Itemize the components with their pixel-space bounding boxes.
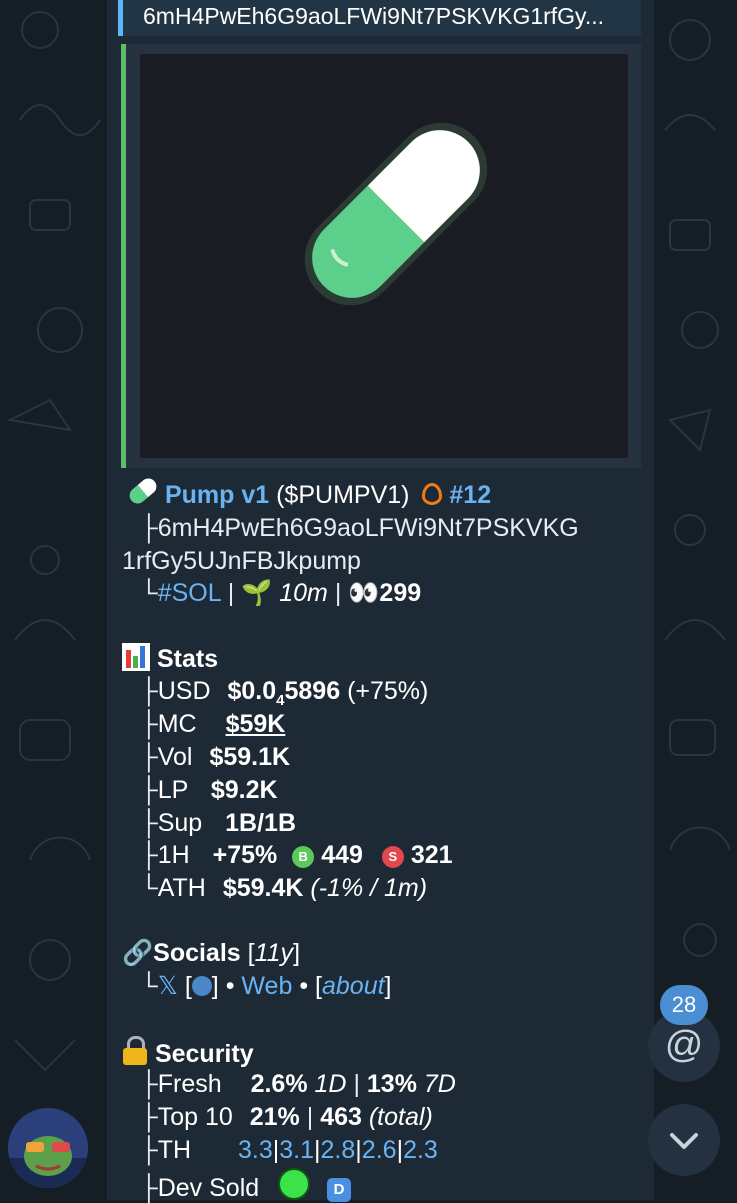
th-value-link[interactable]: 2.6 — [362, 1136, 397, 1164]
avatar[interactable] — [8, 1108, 88, 1188]
h1-change: +75% — [212, 841, 278, 869]
recycle-icon[interactable] — [191, 976, 212, 996]
lp-label: LP — [157, 776, 188, 804]
pill-image — [304, 122, 488, 306]
address-line-2: 1rfGy5UJnFBJkpump — [122, 546, 361, 576]
tree-branch: ├ — [140, 514, 158, 542]
contract-address-1[interactable]: 6mH4PwEh6G9aoLFWi9Nt7PSKVKG — [158, 514, 579, 542]
buy-count: 449 — [321, 841, 363, 869]
th-row: ├TH 3.3|3.1|2.8|2.6|2.3 — [140, 1136, 438, 1164]
ath-value: $59.4K — [222, 874, 304, 902]
ath-row: └ATH $59.4K (-1% / 1m) — [140, 874, 428, 902]
ath-detail: (-1% / 1m) — [310, 874, 428, 902]
fresh-7d-unit: 7D — [423, 1070, 456, 1098]
tree-end: └ — [140, 579, 158, 607]
reply-quote[interactable]: 6mH4PwEh6G9aoLFWi9Nt7PSKVKG1rfGy... — [118, 0, 641, 36]
security-title: Security — [154, 1040, 254, 1068]
fresh-7d: 13% — [366, 1070, 417, 1098]
rank-link[interactable]: #12 — [449, 481, 491, 509]
pill-icon — [126, 475, 160, 507]
token-header: Pump v1 ($PUMPV1) #12 — [126, 475, 491, 510]
dev-sold-label: Dev Sold — [157, 1174, 260, 1202]
th-value-link[interactable]: 3.1 — [279, 1136, 314, 1164]
token-ticker: ($PUMPV1) — [276, 481, 410, 509]
eyes-icon: 👀 — [348, 579, 380, 607]
token-meta-line: └#SOL | 🌱 10m | 👀299 — [140, 578, 421, 608]
socials-title: Socials — [153, 939, 241, 967]
usd-change: (+75%) — [347, 677, 429, 705]
address-line-1: ├6mH4PwEh6G9aoLFWi9Nt7PSKVKG — [140, 513, 579, 543]
fresh-row: ├Fresh 2.6% 1D | 13% 7D — [140, 1070, 456, 1098]
green-circle-icon — [278, 1168, 311, 1200]
seedling-icon: 🌱 — [241, 579, 273, 607]
usd-value: $0.045896 — [227, 677, 341, 709]
top10-pct: 21% — [249, 1103, 300, 1131]
x-link[interactable]: 𝕏 — [158, 972, 178, 1000]
reply-quote-text: 6mH4PwEh6G9aoLFWi9Nt7PSKVKG1rfGy... — [143, 3, 605, 29]
th-label: TH — [157, 1136, 192, 1164]
socials-age: 11y — [254, 939, 294, 967]
token-name-link[interactable]: Pump v1 — [165, 481, 269, 509]
link-icon: 🔗 — [122, 939, 154, 967]
th-values: 3.3|3.1|2.8|2.6|2.3 — [238, 1136, 438, 1164]
sup-row: ├Sup 1B/1B — [140, 809, 297, 837]
mc-label: MC — [157, 710, 197, 738]
th-value-link[interactable]: 3.3 — [238, 1136, 273, 1164]
top10-total: 463 — [320, 1103, 362, 1131]
buy-badge-icon: B — [292, 846, 315, 868]
sell-count: 321 — [410, 841, 453, 869]
dev-sold-row: ├Dev Sold D — [140, 1168, 352, 1203]
fire-icon — [422, 483, 443, 505]
lp-row: ├LP $9.2K — [140, 776, 278, 804]
security-heading: Security — [122, 1036, 254, 1069]
fresh-label: Fresh — [157, 1070, 222, 1098]
top10-label: Top 10 — [157, 1103, 233, 1131]
sup-label: Sup — [157, 809, 203, 837]
at-icon: @ — [664, 1024, 704, 1066]
about-link[interactable]: about — [322, 972, 385, 1000]
mc-value-link[interactable]: $59K — [226, 710, 286, 738]
dev-badge-icon: D — [327, 1178, 352, 1202]
h1-label: 1H — [157, 841, 190, 869]
token-age: 10m — [279, 579, 328, 607]
top10-row: ├Top 10 21% | 463 (total) — [140, 1103, 433, 1131]
socials-links-row: └𝕏 [] • Web • [about] — [140, 972, 392, 1000]
sup-value: 1B/1B — [225, 809, 297, 837]
chain-link[interactable]: #SOL — [158, 579, 221, 607]
h1-row: ├1H +75% B 449 S 321 — [140, 841, 453, 869]
ath-label: ATH — [157, 874, 206, 902]
link-preview[interactable] — [121, 44, 641, 468]
vol-label: Vol — [157, 743, 193, 771]
usd-label: USD — [157, 677, 211, 705]
top10-total-unit: (total) — [368, 1103, 433, 1131]
fresh-1d: 2.6% — [250, 1070, 308, 1098]
separator: | — [334, 579, 342, 607]
scroll-down-button[interactable] — [648, 1104, 720, 1176]
separator: | — [227, 579, 235, 607]
stats-title: Stats — [156, 645, 219, 673]
socials-heading: 🔗Socials [11y] — [122, 939, 301, 967]
contract-address-2[interactable]: 1rfGy5UJnFBJkpump — [122, 547, 361, 575]
web-link[interactable]: Web — [241, 972, 292, 1000]
sell-badge-icon: S — [381, 846, 404, 868]
views-count: 299 — [379, 579, 422, 607]
frog-avatar-icon — [8, 1108, 88, 1188]
lock-icon — [122, 1036, 148, 1066]
stats-heading: Stats — [122, 643, 218, 674]
fresh-1d-unit: 1D — [314, 1070, 347, 1098]
mc-row: ├MC $59K — [140, 710, 286, 738]
chart-icon — [122, 643, 150, 671]
lp-value: $9.2K — [210, 776, 278, 804]
th-value-link[interactable]: 2.3 — [403, 1136, 438, 1164]
preview-image[interactable] — [140, 54, 628, 458]
mention-count-badge: 28 — [660, 985, 708, 1025]
vol-value: $59.1K — [209, 743, 291, 771]
th-value-link[interactable]: 2.8 — [321, 1136, 356, 1164]
vol-row: ├Vol $59.1K — [140, 743, 291, 771]
chevron-down-icon — [670, 1133, 698, 1149]
